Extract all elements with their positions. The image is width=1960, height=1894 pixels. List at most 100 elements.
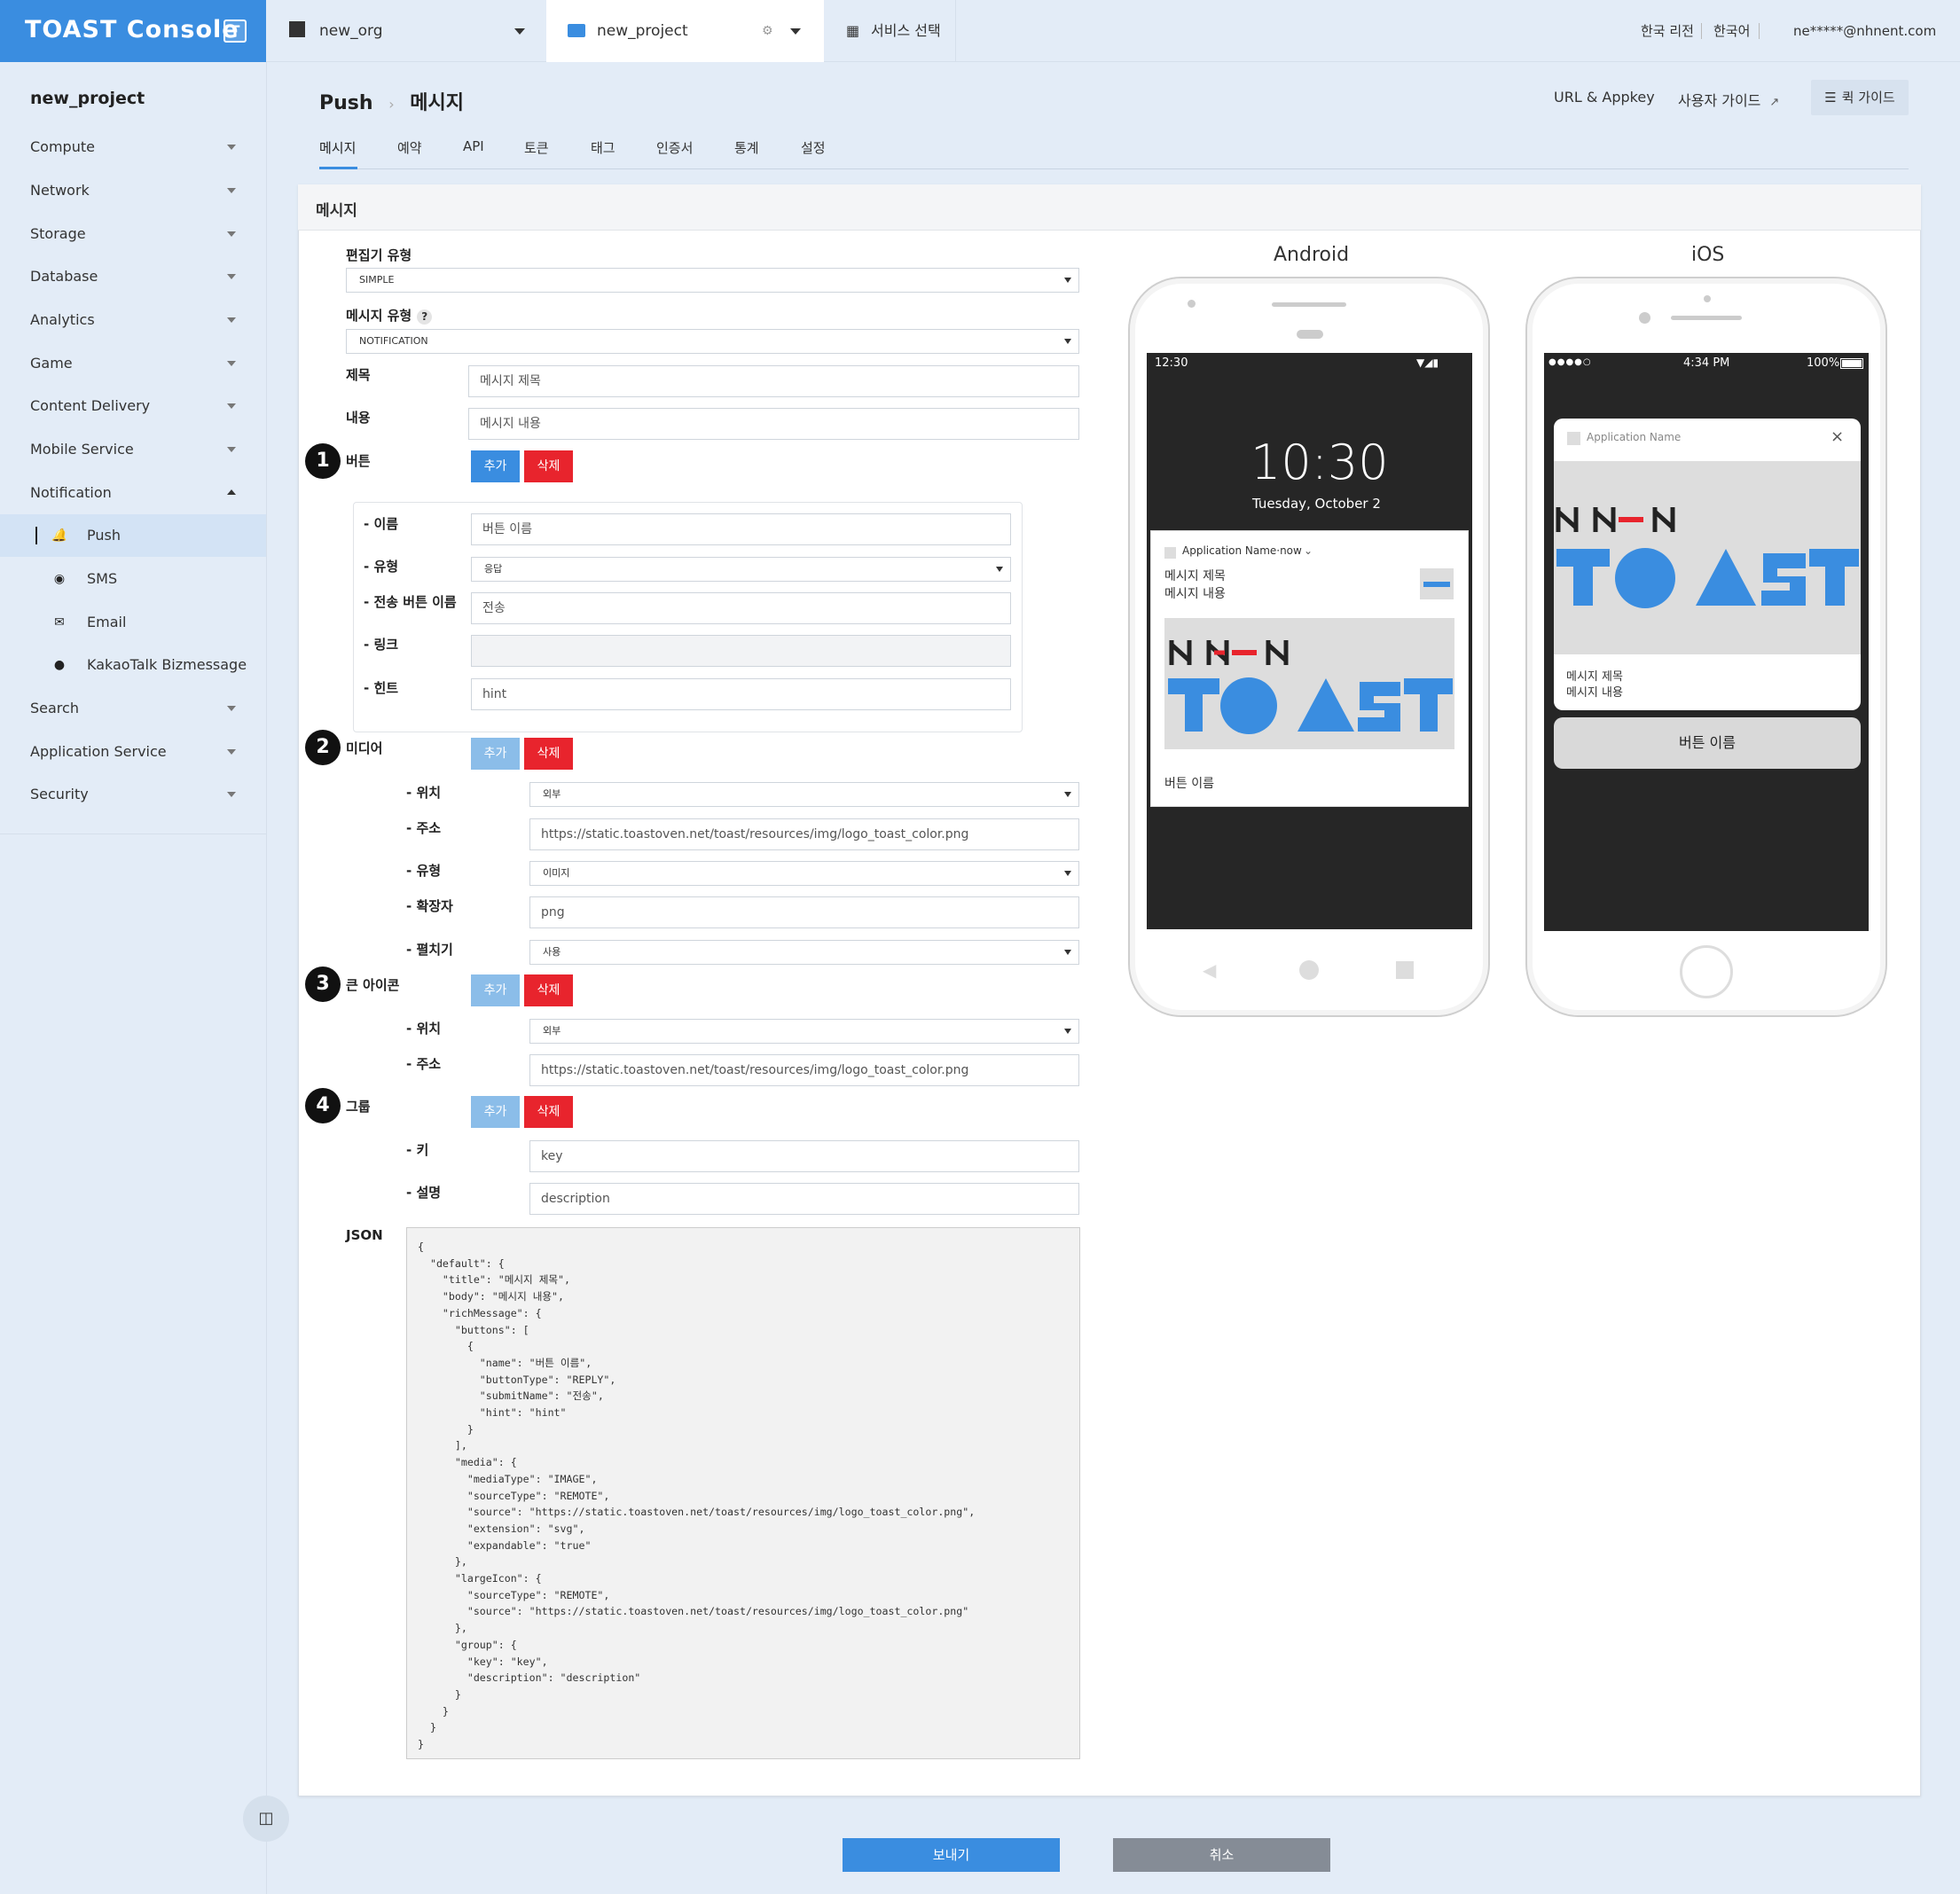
tab-tag[interactable]: 태그 — [591, 138, 615, 157]
json-preview[interactable]: { "default": { "title": "메시지 제목", "body"… — [406, 1227, 1080, 1759]
org-name: new_org — [319, 22, 383, 40]
sidebar-item-security[interactable]: Security — [0, 773, 266, 816]
android-home-icon[interactable] — [1299, 960, 1319, 980]
step-3-badge: 3 — [305, 967, 341, 1002]
add-group-button[interactable]: 추가 — [471, 1096, 520, 1128]
sidebar-item-game[interactable]: Game — [0, 342, 266, 385]
sidebar-item-analytics[interactable]: Analytics — [0, 299, 266, 341]
delete-button-button[interactable]: 삭제 — [524, 450, 573, 482]
org-selector[interactable]: new_org — [289, 0, 546, 62]
android-camera — [1188, 300, 1196, 308]
breadcrumb-service[interactable]: Push — [319, 92, 373, 114]
ios-action-button[interactable]: 버튼 이름 — [1554, 717, 1861, 769]
chevron-down-icon — [227, 447, 236, 452]
chevron-down-icon — [227, 145, 236, 150]
tab-api[interactable]: API — [463, 138, 484, 154]
project-selector[interactable]: new_project ⚙ — [546, 0, 824, 62]
title-input[interactable]: 메시지 제목 — [468, 365, 1079, 397]
tab-token[interactable]: 토큰 — [524, 138, 549, 157]
sidebar-item-search[interactable]: Search — [0, 687, 266, 730]
add-large-icon-button[interactable]: 추가 — [471, 974, 520, 1006]
tab-settings[interactable]: 설정 — [801, 138, 826, 157]
tab-message[interactable]: 메시지 — [319, 138, 356, 157]
language-selector[interactable]: 한국어 — [1713, 0, 1750, 62]
menu-icon: ☰ — [1824, 90, 1837, 106]
sidebar-item-label: Analytics — [30, 311, 95, 328]
sidebar-item-notification[interactable]: Notification — [0, 472, 266, 514]
message-type-select[interactable]: NOTIFICATION — [346, 329, 1079, 354]
media-ext-input[interactable]: png — [529, 896, 1079, 928]
editor-type-label: 편집기 유형 — [346, 247, 412, 263]
tab-reservation[interactable]: 예약 — [397, 138, 422, 157]
icon-location-select[interactable]: 외부 — [529, 1019, 1079, 1044]
quick-guide-button[interactable]: ☰ 퀵 가이드 — [1811, 80, 1909, 115]
message-type-label: 메시지 유형? — [346, 306, 433, 325]
chevron-down-icon — [996, 567, 1003, 572]
send-button[interactable]: 보내기 — [843, 1838, 1060, 1872]
delete-media-button[interactable]: 삭제 — [524, 738, 573, 770]
icon-address-input[interactable]: https://static.toastoven.net/toast/resou… — [529, 1054, 1079, 1086]
android-action-button[interactable]: 버튼 이름 — [1164, 774, 1214, 792]
group-key-input[interactable]: key — [529, 1140, 1079, 1172]
sidebar-item-label: Search — [30, 700, 79, 716]
sidebar-item-database[interactable]: Database — [0, 255, 266, 298]
editor-type-select[interactable]: SIMPLE — [346, 268, 1079, 293]
sidebar-item-label: Mobile Service — [30, 441, 134, 458]
android-recents-icon[interactable] — [1396, 961, 1414, 979]
url-appkey-link[interactable]: URL & Appkey — [1554, 89, 1655, 106]
add-button-button[interactable]: 추가 — [471, 450, 520, 482]
btn-submit-input[interactable]: 전송 — [471, 592, 1011, 624]
user-account[interactable]: ne*****@nhnent.com — [1793, 0, 1936, 62]
breadcrumb-separator-icon: › — [388, 96, 395, 113]
add-media-button[interactable]: 추가 — [471, 738, 520, 770]
service-select[interactable]: ▦ 서비스 선택 — [825, 0, 956, 62]
sidebar-item-network[interactable]: Network — [0, 169, 266, 212]
tab-statistics[interactable]: 통계 — [734, 138, 759, 157]
sidebar-collapse-button[interactable]: ◫ — [243, 1796, 289, 1842]
region-selector[interactable]: 한국 리전 — [1641, 0, 1694, 62]
tab-certificate[interactable]: 인증서 — [656, 138, 693, 157]
media-location-select[interactable]: 외부 — [529, 782, 1079, 807]
chevron-down-icon — [227, 317, 236, 323]
chevron-down-icon — [790, 28, 801, 35]
btn-hint-input[interactable]: hint — [471, 678, 1011, 710]
help-icon[interactable]: ? — [417, 309, 433, 325]
chevron-down-icon — [1064, 950, 1071, 955]
cancel-button[interactable]: 취소 — [1113, 1838, 1330, 1872]
sidebar-subitem-push[interactable]: 🔔 Push — [0, 514, 266, 557]
gear-icon[interactable]: ⚙ — [762, 0, 773, 62]
ios-notif-title: 메시지 제목 — [1566, 670, 1623, 684]
android-back-icon[interactable]: ◀ — [1203, 959, 1216, 981]
battery-icon — [1840, 358, 1863, 369]
chevron-down-icon: ⌄ — [1304, 544, 1313, 557]
sidebar-item-storage[interactable]: Storage — [0, 213, 266, 255]
delete-group-button[interactable]: 삭제 — [524, 1096, 573, 1128]
btn-name-input[interactable]: 버튼 이름 — [471, 513, 1011, 545]
app-icon — [1567, 432, 1580, 445]
user-guide-link[interactable]: 사용자 가이드 ↗ — [1678, 89, 1779, 110]
btn-link-input[interactable] — [471, 635, 1011, 667]
sidebar-subitem-email[interactable]: ✉ Email — [0, 601, 266, 644]
media-expand-select[interactable]: 사용 — [529, 940, 1079, 965]
sidebar-item-mobile-service[interactable]: Mobile Service — [0, 428, 266, 471]
toast-badge-icon[interactable]: T — [223, 20, 247, 43]
project-name: new_project — [597, 22, 688, 40]
ios-home-button[interactable] — [1680, 945, 1733, 998]
logo-text: TOAST Console — [25, 16, 239, 43]
close-icon[interactable]: × — [1831, 427, 1844, 446]
toast-logo-small-icon — [1423, 582, 1450, 587]
sidebar-subitem-sms[interactable]: ◉ SMS — [0, 558, 266, 600]
media-type-label: - 유형 — [406, 863, 442, 879]
body-input[interactable]: 메시지 내용 — [468, 408, 1079, 440]
console-logo[interactable]: TOAST Console T — [0, 0, 266, 62]
sidebar-item-compute[interactable]: Compute — [0, 126, 266, 168]
sidebar-item-application-service[interactable]: Application Service — [0, 731, 266, 773]
media-address-input[interactable]: https://static.toastoven.net/toast/resou… — [529, 818, 1079, 850]
group-desc-input[interactable]: description — [529, 1183, 1079, 1215]
delete-large-icon-button[interactable]: 삭제 — [524, 974, 573, 1006]
btn-type-select[interactable]: 응답 — [471, 557, 1011, 582]
media-type-select[interactable]: 이미지 — [529, 861, 1079, 886]
chevron-down-icon — [227, 706, 236, 711]
sidebar-subitem-kakaotalk[interactable]: ● KakaoTalk Bizmessage — [0, 644, 266, 686]
sidebar-item-content-delivery[interactable]: Content Delivery — [0, 385, 266, 427]
